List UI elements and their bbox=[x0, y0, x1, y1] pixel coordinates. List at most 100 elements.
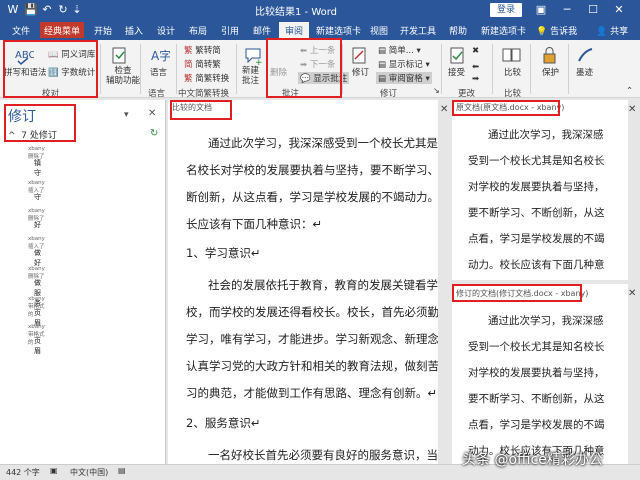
doc-line: 对学校的发展要执着与坚持， bbox=[468, 181, 605, 193]
compared-document[interactable]: 比较的文档 通过此次学习，我深深感受到一个校长尤其是知 名校长对学校的发展要执着… bbox=[168, 100, 438, 464]
compare-button[interactable]: 比较 bbox=[504, 66, 521, 78]
watermark: 头条 @office精彩办公 bbox=[462, 452, 603, 468]
tab-insert[interactable]: 插入 bbox=[125, 24, 143, 37]
protect-button[interactable]: 保护 bbox=[542, 66, 559, 78]
doc-line: 一名好校长首先必须要有良好的服务意识，当好 bbox=[208, 448, 438, 462]
s2t-icon: 简 bbox=[184, 60, 193, 70]
ink-button[interactable]: 墨迹 bbox=[576, 66, 593, 78]
doc-heading: 2、服务意识↵ bbox=[186, 416, 261, 430]
convert-icon: 繁 bbox=[184, 74, 193, 84]
previous-change-icon[interactable]: ⬅ bbox=[472, 62, 479, 72]
doc-line: 校，而学校的发展还得看校长。校长，首先必须勤于 bbox=[186, 305, 438, 319]
lightbulb-icon: 💡 bbox=[536, 27, 548, 37]
language-button[interactable]: 语言 bbox=[150, 66, 167, 78]
ribbon: ABC 拼写和语法 📖 同义词库 🔢 字数统计 校对 检查 辅助功能 A字 语言… bbox=[0, 38, 640, 99]
accept-button[interactable]: 接受 bbox=[448, 66, 465, 78]
track-changes-button[interactable]: 修订 bbox=[352, 66, 369, 78]
tab-view[interactable]: 视图 bbox=[370, 24, 388, 37]
doc-line: 点看，学习是学校发展的不竭 bbox=[468, 419, 605, 431]
revision-text[interactable]: 镇守 bbox=[34, 158, 41, 178]
s2t-label: 简转繁 bbox=[195, 60, 221, 70]
tab-layout[interactable]: 布局 bbox=[189, 24, 207, 37]
t2s-label: 繁转简 bbox=[195, 46, 221, 56]
reject-icon[interactable]: ✖ bbox=[472, 46, 479, 56]
traditional-to-simplified-button[interactable]: 繁 繁转简 bbox=[184, 44, 221, 56]
svg-text:A字: A字 bbox=[151, 48, 170, 63]
protect-icon bbox=[543, 47, 556, 64]
close-revised-icon[interactable]: ✕ bbox=[628, 288, 636, 299]
highlight-box-revised bbox=[452, 284, 582, 302]
close-button[interactable]: ✕ bbox=[608, 1, 630, 19]
revision-text[interactable]: 好 bbox=[34, 220, 41, 230]
minimize-button[interactable]: ─ bbox=[556, 1, 578, 19]
accept-icon bbox=[450, 47, 464, 64]
save-icon[interactable]: 💾 bbox=[24, 3, 38, 17]
revised-document[interactable]: 修订的文档(修订文档.docx - xbany) 通过此次学习，我深深感 受到一… bbox=[452, 284, 628, 464]
check-accessibility-button[interactable]: 检查 辅助功能 bbox=[106, 66, 140, 86]
separator bbox=[492, 44, 493, 94]
separator bbox=[236, 44, 237, 94]
doc-line: 受到一个校长尤其是知名校长 bbox=[468, 341, 605, 353]
tab-design[interactable]: 设计 bbox=[157, 24, 175, 37]
redo-icon[interactable]: ↻ bbox=[56, 3, 70, 17]
word-count-status[interactable]: 442 个字 bbox=[6, 467, 40, 478]
pane-close-icon[interactable]: ✕ bbox=[148, 108, 156, 119]
doc-heading: 1、学习意识↵ bbox=[186, 246, 261, 260]
doc-line: 通过此次学习，我深深感 bbox=[488, 315, 604, 327]
title-bar: W 💾 ↶ ↻ ⇣ 比较结果1 - Word 登录 ▣ ─ ☐ ✕ bbox=[0, 0, 640, 20]
highlight-box-revisions bbox=[4, 104, 76, 142]
refresh-icon[interactable]: ↻ bbox=[150, 128, 158, 139]
pane-options-icon[interactable]: ▾ bbox=[124, 110, 129, 120]
group-label-tracking: 修订 bbox=[380, 89, 398, 99]
revision-text[interactable]: 守 bbox=[34, 192, 41, 202]
accessibility-check-icon bbox=[112, 47, 126, 64]
next-change-icon[interactable]: ➡ bbox=[472, 74, 479, 84]
tell-me-search[interactable]: 💡 告诉我 bbox=[536, 24, 577, 37]
tab-classic-menu[interactable]: 经典菜单 bbox=[40, 22, 85, 38]
new-comment-button[interactable]: 新建 批注 bbox=[242, 66, 259, 86]
login-button[interactable]: 登录 bbox=[490, 3, 522, 17]
tab-new-2[interactable]: 新建选项卡 bbox=[481, 24, 526, 37]
group-label-changes: 更改 bbox=[458, 89, 476, 99]
highlight-box-compared bbox=[170, 100, 232, 120]
tab-developer[interactable]: 开发工具 bbox=[400, 24, 436, 37]
close-original-icon[interactable]: ✕ bbox=[628, 104, 636, 115]
tab-file[interactable]: 文件 bbox=[12, 24, 30, 37]
undo-icon[interactable]: ↶ bbox=[40, 3, 54, 17]
doc-line: 点看，学习是学校发展的不竭 bbox=[468, 233, 605, 245]
tracking-options-launcher[interactable]: ↘ bbox=[433, 86, 440, 95]
show-markup-label: 显示标记 bbox=[388, 60, 423, 70]
separator bbox=[342, 44, 343, 94]
original-document[interactable]: 原文档(原文档.docx - xbany) 通过此次学习，我深深感 受到一个校长… bbox=[452, 100, 628, 280]
display-for-review-select[interactable]: ▤ 简单... ▾ bbox=[378, 44, 421, 56]
simplified-to-traditional-button[interactable]: 简 简转繁 bbox=[184, 58, 221, 70]
chinese-conversion-button[interactable]: 繁 简繁转换 bbox=[184, 72, 229, 84]
customize-toolbar-icon[interactable]: ⇣ bbox=[70, 3, 84, 17]
tab-mailings[interactable]: 邮件 bbox=[253, 24, 271, 37]
compare-icon bbox=[502, 48, 521, 62]
reviewing-pane-label: 审阅窗格 bbox=[388, 74, 423, 84]
reviewing-pane-button[interactable]: ▤ 审阅窗格 ▾ bbox=[376, 72, 432, 84]
tab-help[interactable]: 帮助 bbox=[449, 24, 467, 37]
revision-text[interactable]: 页眉 bbox=[34, 336, 41, 356]
doc-line: 断创新，从这点看，学习是学校发展的不竭动力。校 bbox=[186, 190, 438, 204]
ribbon-display-icon[interactable]: ▣ bbox=[530, 1, 552, 19]
language-status[interactable]: 中文(中国) bbox=[70, 467, 108, 478]
revision-text[interactable]: 做好 bbox=[34, 248, 41, 268]
macro-record-icon[interactable]: ▤ bbox=[118, 466, 126, 475]
group-label-chinese: 中文简繁转换 bbox=[178, 89, 230, 99]
proofing-status-icon[interactable]: ▣ bbox=[50, 466, 58, 475]
group-label-compare: 比较 bbox=[504, 89, 522, 99]
tell-me-label: 告诉我 bbox=[550, 27, 578, 37]
doc-line: 名校长对学校的发展要执着与坚持，要不断学习、不 bbox=[186, 163, 438, 177]
collapse-ribbon-icon[interactable]: ⌃ bbox=[626, 86, 633, 96]
close-compared-icon[interactable]: ✕ bbox=[440, 104, 448, 115]
tab-new-1[interactable]: 新建选项卡 bbox=[316, 24, 361, 37]
tab-home[interactable]: 开始 bbox=[94, 24, 112, 37]
maximize-button[interactable]: ☐ bbox=[582, 1, 604, 19]
doc-line: 要不断学习、不断创新，从这 bbox=[468, 393, 605, 405]
share-label: 共享 bbox=[610, 27, 629, 37]
show-markup-button[interactable]: ▤ 显示标记 ▾ bbox=[378, 58, 430, 70]
share-button[interactable]: 👤 共享 bbox=[596, 24, 628, 37]
tab-references[interactable]: 引用 bbox=[221, 24, 239, 37]
